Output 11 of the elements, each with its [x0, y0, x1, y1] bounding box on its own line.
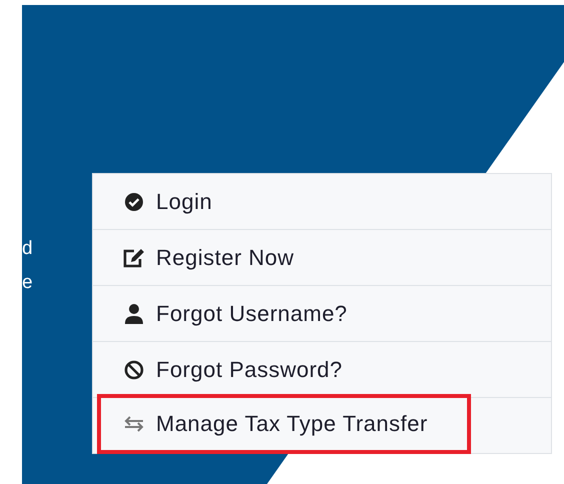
menu-item[interactable]: Register Now [97, 230, 294, 285]
menu-item[interactable]: Forgot Username? [97, 286, 348, 341]
cut-off-text: e [22, 273, 34, 293]
edit-icon [123, 248, 145, 268]
cut-off-text: d [22, 239, 34, 259]
ban-icon [124, 360, 144, 380]
menu-item[interactable]: Manage Tax Type Transfer [97, 394, 471, 454]
menu-item[interactable]: Login [97, 174, 212, 229]
check-circle-icon [124, 192, 144, 212]
exchange-icon [123, 416, 145, 432]
user-icon [125, 304, 143, 324]
